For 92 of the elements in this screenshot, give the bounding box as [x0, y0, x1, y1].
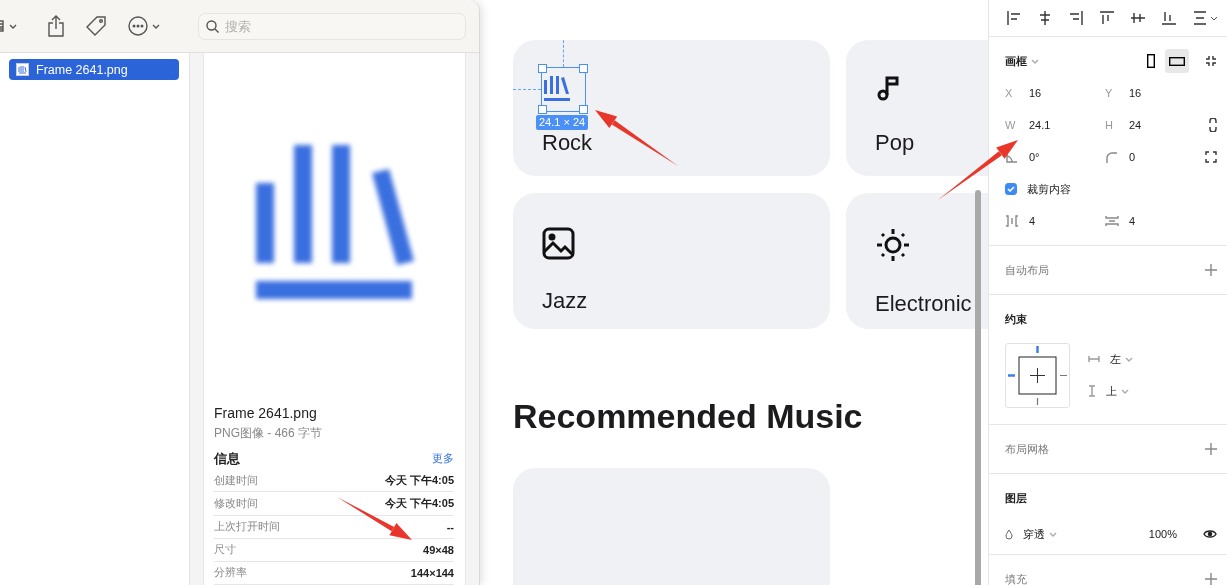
vertical-constraint-icon: [1088, 385, 1096, 397]
chevron-icon: [1049, 531, 1057, 537]
guide-line: [513, 89, 541, 90]
distribute-button[interactable]: [1192, 10, 1218, 26]
constrain-proportions-button[interactable]: [1209, 118, 1217, 132]
section-title: 约束: [1005, 311, 1027, 327]
align-center-button[interactable]: [1037, 10, 1053, 26]
chevron-icon: [1125, 356, 1133, 362]
section-heading: Recommended Music: [513, 397, 864, 436]
info-label: 创建时间: [214, 472, 258, 488]
field-value[interactable]: 24.1: [1029, 119, 1051, 131]
category-label: Rock: [542, 130, 594, 156]
align-top-button[interactable]: [1099, 10, 1115, 26]
field-value[interactable]: 16: [1129, 87, 1142, 99]
info-label: 上次打开时间: [214, 519, 280, 535]
section-title: 图层: [1005, 490, 1027, 506]
landscape-button[interactable]: [1165, 49, 1189, 73]
info-value: 144×144: [410, 566, 454, 579]
vertical-constraint-dropdown[interactable]: 上: [1106, 383, 1129, 399]
category-label: Electronic: [875, 291, 973, 317]
field-label: Y: [1105, 87, 1114, 99]
chevron-icon: [1210, 15, 1218, 21]
file-kind: PNG图像 - 466 字节: [214, 425, 324, 442]
field-value[interactable]: 0°: [1029, 151, 1040, 163]
info-value: 今天 下午4:05: [384, 472, 454, 488]
clip-checkbox[interactable]: [1005, 183, 1017, 195]
file-name: Frame 2641.png: [214, 405, 318, 421]
horizontal-gap-icon: [1005, 215, 1019, 227]
search-icon: [206, 19, 219, 33]
field-value[interactable]: 16: [1029, 87, 1042, 99]
category-card[interactable]: Jazz: [513, 193, 830, 329]
field-value[interactable]: 0: [1129, 151, 1136, 163]
blend-mode-dropdown[interactable]: 穿透: [1023, 526, 1057, 542]
blend-mode-icon: [1005, 528, 1013, 540]
size-badge: 24.1 × 24: [536, 115, 589, 130]
field-value[interactable]: 4: [1029, 215, 1036, 227]
chevron-icon: [1031, 58, 1039, 64]
category-card[interactable]: Pop: [846, 40, 988, 176]
add-button[interactable]: [1205, 573, 1217, 585]
category-card[interactable]: Electronic: [846, 193, 988, 329]
align-right-button[interactable]: [1068, 10, 1084, 26]
corner-radius-icon: [1105, 151, 1119, 163]
info-title: 信息: [214, 449, 240, 468]
sidebar-item[interactable]: Frame 2641.png: [9, 59, 179, 80]
portrait-frame-icon: [1147, 54, 1155, 68]
category-label: Jazz: [542, 288, 589, 314]
search-field[interactable]: 搜索: [198, 12, 466, 40]
add-button[interactable]: [1205, 443, 1217, 455]
chevron-icon: [152, 23, 160, 29]
field-label: H: [1105, 119, 1114, 131]
add-icon: [1205, 264, 1217, 276]
info-label: 分辨率: [214, 565, 247, 581]
section-title: 自动布局: [1005, 262, 1049, 278]
add-icon: [1205, 443, 1217, 455]
scrollbar[interactable]: [975, 190, 981, 585]
info-value: 49×48: [423, 543, 454, 556]
selection-box[interactable]: [541, 67, 586, 112]
field-label: W: [1005, 119, 1017, 131]
landscape-frame-icon: [1169, 56, 1185, 66]
opacity-value[interactable]: 100%: [1148, 528, 1177, 540]
checkbox-label: 裁剪内容: [1027, 181, 1071, 197]
corner-button[interactable]: [1205, 151, 1217, 163]
sun-icon: [875, 227, 911, 263]
chevron-icon: [9, 23, 17, 29]
align-bottom-button[interactable]: [1161, 10, 1177, 26]
info-label: 尺寸: [214, 542, 236, 558]
field-value[interactable]: 4: [1129, 215, 1136, 227]
section-title: 填充: [1005, 571, 1027, 585]
category-label: Pop: [875, 130, 916, 156]
field-value[interactable]: 24: [1129, 119, 1142, 131]
resize-to-fit-button[interactable]: [1205, 55, 1217, 67]
field-label: X: [1005, 87, 1014, 99]
horizontal-constraint-dropdown[interactable]: 左: [1110, 351, 1133, 367]
chevron-icon: [1121, 388, 1129, 394]
chart-icon: [542, 74, 573, 102]
horizontal-constraint-icon: [1088, 355, 1100, 363]
visibility-button[interactable]: [1203, 529, 1217, 539]
vertical-gap-icon: [1105, 215, 1119, 227]
align-middle-button[interactable]: [1130, 10, 1146, 26]
align-left-button[interactable]: [1006, 10, 1022, 26]
info-value: 今天 下午4:05: [384, 495, 454, 511]
section-title: 布局网格: [1005, 441, 1049, 457]
add-button[interactable]: [1205, 264, 1217, 276]
add-icon: [1205, 573, 1217, 585]
guide-line: [563, 40, 564, 67]
image-file-icon: [16, 63, 29, 76]
info-label: 修改时间: [214, 495, 258, 511]
info-value: --: [446, 520, 454, 533]
constraint-widget[interactable]: [1005, 343, 1070, 408]
image-icon: [542, 227, 575, 260]
frame-dropdown[interactable]: 画框: [1005, 53, 1039, 69]
more-link[interactable]: 更多: [432, 451, 454, 467]
